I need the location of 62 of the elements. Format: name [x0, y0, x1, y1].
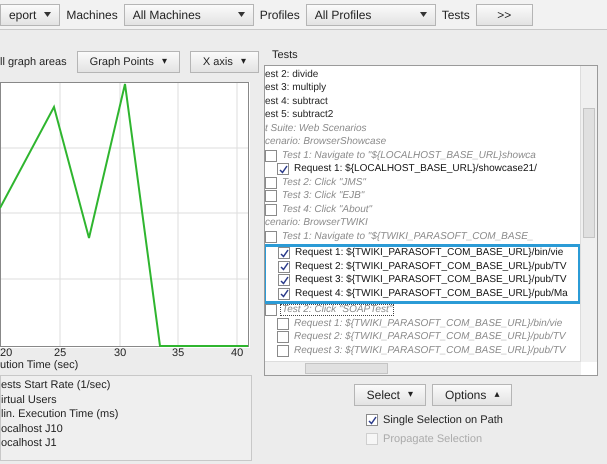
- panel-title: Tests: [272, 50, 299, 61]
- menu-button[interactable]: Select ▾: [354, 384, 426, 406]
- field-label: Machines: [66, 6, 118, 24]
- axis-title: ution Time (sec): [0, 360, 78, 371]
- tree-item[interactable]: Request 1: ${LOCALHOST_BASE_URL}/showcase21/: [293, 164, 538, 174]
- horizontal-scrollbar[interactable]: [265, 361, 581, 375]
- legend-item: ocalhost J1: [1, 436, 58, 450]
- legend-item: ests Start Rate (1/sec): [1, 378, 112, 392]
- caret-icon: [44, 12, 52, 17]
- menu-button[interactable]: Options ▴: [432, 384, 512, 406]
- expand-button[interactable]: >>: [476, 4, 533, 26]
- checkbox[interactable]: [265, 150, 277, 162]
- check-icon: [278, 164, 288, 174]
- graph-caption: ll graph areas: [0, 54, 67, 70]
- dropdown[interactable]: All Machines: [124, 4, 254, 26]
- checkbox[interactable]: [277, 331, 289, 344]
- dropdown[interactable]: All Profiles: [306, 4, 436, 26]
- vertical-scrollbar[interactable]: [580, 66, 597, 362]
- checkbox[interactable]: [277, 163, 289, 176]
- axis-tick-label: 30: [114, 348, 126, 359]
- tree-item[interactable]: Request 1: ${TWIKI_PARASOFT_COM_BASE_URL}/bin/vie: [294, 248, 564, 258]
- field-label: Tests: [442, 6, 470, 24]
- checkbox[interactable]: [277, 318, 289, 330]
- axis-tick-label: 20: [0, 348, 12, 359]
- axis-tick-label: 25: [54, 348, 66, 359]
- caret-icon: ▾: [240, 57, 246, 67]
- checkbox[interactable]: [265, 204, 277, 216]
- menu-button[interactable]: Graph Points ▾: [76, 51, 180, 73]
- caret-icon: ▾: [162, 57, 167, 67]
- checkbox[interactable]: [278, 260, 290, 273]
- checkbox-label: Propagate Selection: [383, 434, 482, 444]
- tree-item[interactable]: Request 2: ${TWIKI_PARASOFT_COM_BASE_URL}/pub/TV: [294, 262, 568, 272]
- tree-item[interactable]: est 2: divide: [265, 70, 318, 80]
- checkbox-label: Single Selection on Path: [383, 414, 503, 426]
- checkbox[interactable]: [278, 247, 290, 260]
- checkbox[interactable]: [265, 190, 277, 202]
- tree-item[interactable]: Request 3: ${TWIKI_PARASOFT_COM_BASE_URL}/pub/TV: [294, 275, 568, 286]
- caret-icon: ▴: [494, 390, 500, 400]
- dropdown[interactable]: eport: [0, 4, 60, 26]
- field-label: Profiles: [260, 6, 300, 24]
- legend-item: irtual Users: [1, 392, 58, 407]
- menu-button[interactable]: X axis ▾: [190, 51, 259, 73]
- tree-item[interactable]: est 3: multiply: [265, 83, 326, 94]
- caret-icon: [238, 12, 245, 17]
- tree-item[interactable]: Test 3: Click "EJB": [281, 191, 366, 202]
- caret-icon: [420, 12, 427, 17]
- tree-item[interactable]: est 5: subtract2: [265, 110, 334, 120]
- caret-icon: ▾: [408, 390, 413, 400]
- checkbox[interactable]: [277, 344, 289, 357]
- axis-tick-label: 40: [231, 348, 244, 359]
- checkbox[interactable]: [265, 304, 277, 316]
- tree-item[interactable]: Request 4: ${TWIKI_PARASOFT_COM_BASE_URL}/pub/Ma: [294, 288, 569, 299]
- axis-tick-label: 35: [172, 348, 184, 359]
- checkbox[interactable]: [265, 230, 277, 243]
- checkbox[interactable]: [278, 288, 290, 300]
- checkbox[interactable]: [366, 414, 378, 426]
- tree-item[interactable]: est 4: subtract: [265, 96, 328, 107]
- legend-item: lin. Execution Time (ms): [1, 407, 120, 422]
- legend-item: ocalhost J10: [1, 422, 64, 436]
- checkbox[interactable]: [278, 274, 290, 286]
- check-icon: [368, 416, 376, 424]
- checkbox[interactable]: [265, 176, 277, 189]
